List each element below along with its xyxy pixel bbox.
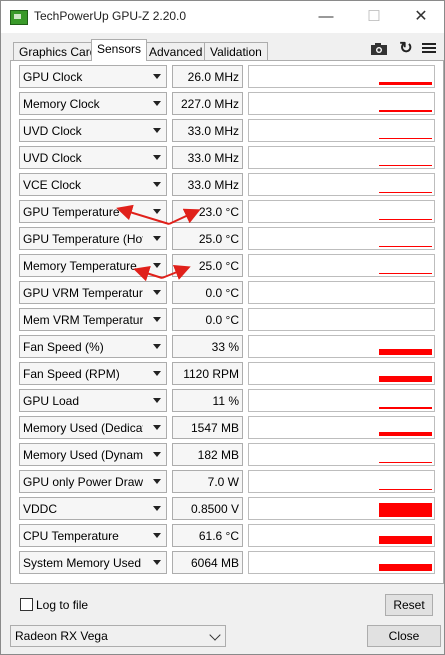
annotation-arrow [133,266,163,282]
annotation-arrow [116,204,170,225]
annotation-arrow [161,265,191,280]
annotation-arrows [116,204,201,282]
tab-sensors[interactable]: Sensors [91,39,148,61]
close-button[interactable]: Close [367,625,441,647]
log-to-file-label: Log to file [36,598,89,612]
log-to-file-checkbox[interactable] [20,598,33,611]
chevron-down-icon [209,629,221,641]
gpu-select-value: Radeon RX Vega [15,629,108,643]
gpu-select-dropdown[interactable]: Radeon RX Vega [10,625,226,647]
reset-button[interactable]: Reset [385,594,433,616]
annotation-arrow [168,208,201,225]
gpuz-window: TechPowerUp GPU-Z 2.20.0 — ☐ ✕ Graphics … [0,0,445,655]
